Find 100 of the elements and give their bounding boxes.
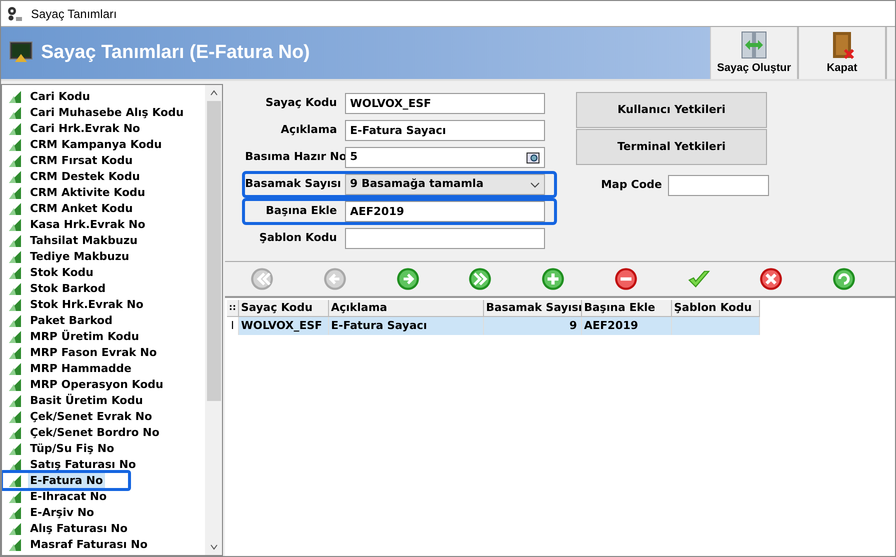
triangle-icon — [8, 410, 22, 424]
triangle-icon — [8, 186, 22, 200]
table-cell: WOLVOX_ESF — [239, 317, 329, 335]
close-button[interactable] — [758, 266, 784, 292]
sidebar-item[interactable]: MRP Operasyon Kodu — [8, 377, 205, 393]
column-header[interactable]: Başına Ekle — [582, 300, 672, 317]
triangle-icon — [8, 250, 22, 264]
previous-record-icon — [322, 267, 347, 291]
sidebar-item[interactable]: Tüp/Su Fiş No — [8, 441, 205, 457]
grid-row[interactable]: I WOLVOX_ESF E-Fatura Sayacı 9 AEF2019 — [227, 317, 760, 335]
sidebar-item[interactable]: CRM Kampanya Kodu — [8, 137, 205, 153]
triangle-icon — [8, 202, 22, 216]
chevron-down-icon — [530, 182, 540, 188]
triangle-icon — [8, 234, 22, 248]
triangle-icon — [8, 154, 22, 168]
sidebar-item[interactable]: Tediye Makbuzu — [8, 249, 205, 265]
triangle-icon — [8, 458, 22, 472]
table-cell: AEF2019 — [582, 317, 672, 335]
refresh-button[interactable] — [831, 266, 857, 292]
next-record-icon — [396, 267, 420, 291]
sidebar-item[interactable]: CRM Destek Kodu — [8, 169, 205, 185]
column-header[interactable]: Basamak Sayısı — [484, 300, 582, 317]
field-label: Şablon Kodu — [258, 230, 338, 246]
header-title: Sayaç Tanımları (E-Fatura No) — [41, 40, 310, 65]
text-field[interactable] — [345, 228, 545, 249]
sidebar-item[interactable]: Kasa Hrk.Evrak No — [8, 217, 205, 233]
row-indicator: I — [227, 317, 239, 335]
field-label: Map Code — [600, 177, 662, 194]
permissions-button[interactable]: Kullanıcı Yetkileri — [576, 92, 767, 128]
minus-icon — [614, 267, 638, 291]
permissions-button[interactable]: Terminal Yetkileri — [576, 129, 767, 165]
triangle-icon — [8, 218, 22, 232]
sidebar-item[interactable]: CRM Anket Kodu — [8, 201, 205, 217]
next-record-button[interactable] — [394, 266, 420, 292]
table-cell: 9 — [484, 317, 582, 335]
grid-indicator-header: :: — [227, 300, 239, 317]
sidebar-item[interactable]: E-Ihracat No — [8, 489, 205, 505]
select-field[interactable]: 9 Basamağa tamamla — [345, 174, 545, 195]
sidebar-item[interactable]: E-Fatura No — [8, 473, 205, 489]
arrows-panel-icon — [739, 30, 769, 60]
text-field[interactable] — [668, 175, 769, 196]
sidebar-item[interactable]: Paket Barkod — [8, 313, 205, 329]
sidebar-item[interactable]: Masraf Faturası No — [8, 537, 205, 553]
sidebar-item[interactable]: MRP Hammadde — [8, 361, 205, 377]
text-field[interactable]: AEF2019 — [345, 201, 545, 222]
sidebar-item[interactable]: MRP Fason Evrak No — [8, 345, 205, 361]
text-field[interactable]: WOLVOX_ESF — [345, 93, 545, 114]
last-record-icon — [468, 267, 492, 291]
sidebar-item[interactable]: Stok Barkod — [8, 281, 205, 297]
triangle-icon — [8, 522, 22, 536]
triangle-icon — [8, 90, 22, 104]
text-field[interactable]: E-Fatura Sayacı — [345, 120, 545, 141]
triangle-icon — [8, 346, 22, 360]
triangle-icon — [8, 394, 22, 408]
sidebar-item[interactable]: MRP Üretim Kodu — [8, 329, 205, 345]
toolbar-button[interactable]: Sayaç Oluştur — [711, 27, 799, 79]
triangle-icon — [8, 170, 22, 184]
table-cell: E-Fatura Sayacı — [329, 317, 484, 335]
sidebar-item[interactable]: Stok Kodu — [8, 265, 205, 281]
triangle-icon — [8, 378, 22, 392]
search-icon[interactable] — [526, 150, 540, 164]
field-label: Başına Ekle — [264, 203, 338, 220]
field-label: Sayaç Kodu — [264, 95, 338, 112]
sidebar-item[interactable]: Tahsilat Makbuzu — [8, 233, 205, 249]
minus-button[interactable] — [612, 266, 639, 292]
sidebar-item[interactable]: Cari Hrk.Evrak No — [8, 121, 205, 137]
last-record-button[interactable] — [467, 266, 494, 292]
column-header[interactable]: Açıklama — [329, 300, 484, 317]
triangle-icon — [8, 298, 22, 312]
refresh-icon — [832, 267, 856, 291]
plus-button[interactable] — [540, 266, 566, 292]
sidebar-item[interactable]: CRM Fırsat Kodu — [8, 153, 205, 169]
sidebar-item[interactable]: Çek/Senet Evrak No — [8, 409, 205, 425]
lookup-field[interactable]: 5 — [345, 147, 545, 168]
triangle-icon — [8, 490, 22, 504]
sidebar-item[interactable]: Basit Üretim Kodu — [8, 393, 205, 409]
toolbar-button[interactable]: Kapat — [799, 27, 887, 79]
triangle-icon — [8, 266, 22, 280]
plus-icon — [541, 267, 565, 291]
column-header[interactable]: Sayaç Kodu — [239, 300, 329, 317]
field-label: Basamak Sayısı — [245, 176, 342, 192]
field-label: Açıklama — [280, 122, 338, 138]
triangle-icon — [8, 362, 22, 376]
sidebar-item[interactable]: Alış Faturası No — [8, 521, 205, 537]
column-header[interactable]: Şablon Kodu — [672, 300, 760, 317]
sidebar-item[interactable]: Çek/Senet Bordro No — [8, 425, 205, 441]
triangle-icon — [8, 474, 22, 488]
sidebar-item[interactable]: Cari Muhasebe Alış Kodu — [8, 105, 205, 121]
gears-icon — [7, 6, 23, 22]
sidebar-item[interactable]: Cari Kodu — [8, 89, 205, 105]
close-icon — [759, 267, 784, 291]
triangle-icon — [8, 442, 22, 456]
sidebar-item[interactable]: E-Arşiv No — [8, 505, 205, 521]
triangle-icon — [8, 538, 22, 552]
sidebar-item[interactable]: CRM Aktivite Kodu — [8, 185, 205, 201]
sidebar-item[interactable]: Stok Hrk.Evrak No — [8, 297, 205, 313]
scroll-thumb[interactable] — [206, 101, 220, 401]
sidebar-item[interactable]: Satış Faturası No — [8, 457, 205, 473]
triangle-icon — [8, 106, 22, 120]
triangle-icon — [8, 314, 22, 328]
